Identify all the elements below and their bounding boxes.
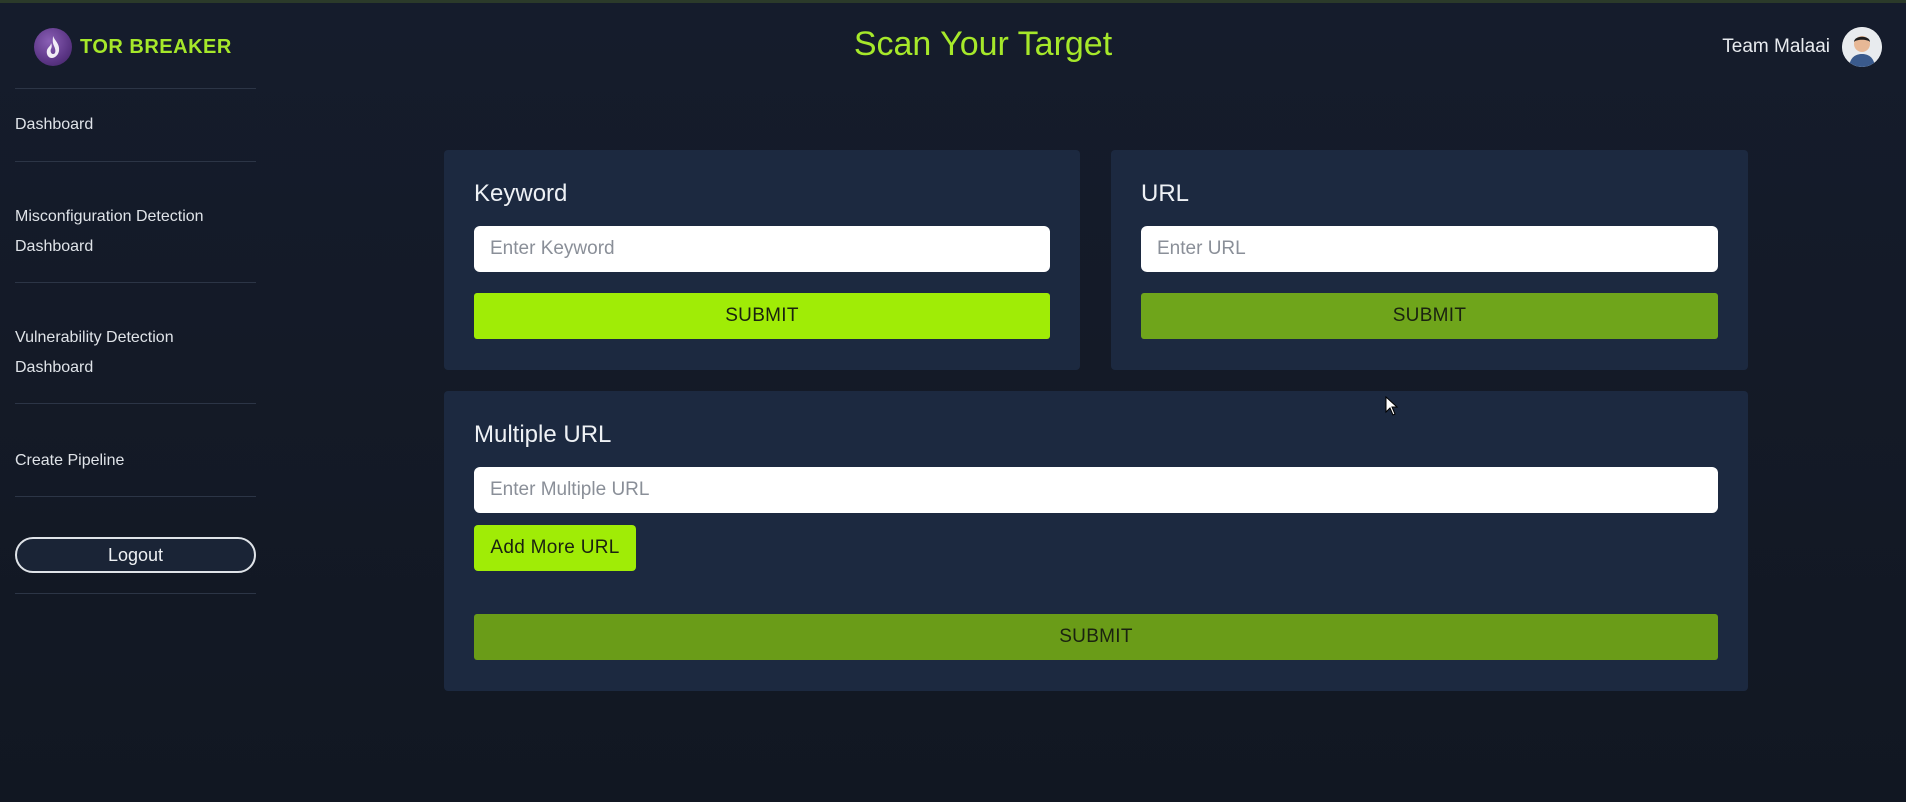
- keyword-card: Keyword SUBMIT: [444, 150, 1080, 370]
- page-title: Scan Your Target: [853, 25, 1113, 63]
- url-card-title: URL: [1141, 180, 1190, 207]
- sidebar-item-label-line1: Misconfiguration Detection: [15, 208, 204, 225]
- sidebar-item-label: Create Pipeline: [15, 452, 125, 469]
- keyword-input[interactable]: [474, 226, 1050, 272]
- sidebar-item-create-pipeline[interactable]: Create Pipeline: [15, 403, 256, 496]
- user-avatar-icon[interactable]: [1842, 27, 1882, 67]
- sidebar-item-label-line2: Dashboard: [15, 359, 94, 376]
- multiple-url-submit-button[interactable]: SUBMIT: [474, 614, 1718, 660]
- sidebar-item-dashboard[interactable]: Dashboard: [15, 88, 256, 161]
- logout-section: Logout: [15, 496, 256, 594]
- sidebar: Dashboard Misconfiguration Detection Das…: [15, 88, 256, 594]
- sidebar-item-misconfiguration-detection-dashboard[interactable]: Misconfiguration Detection Dashboard: [15, 161, 256, 282]
- url-submit-button[interactable]: SUBMIT: [1141, 293, 1718, 339]
- sidebar-item-label-line2: Dashboard: [15, 238, 94, 255]
- multiple-url-card: Multiple URL Add More URL SUBMIT: [444, 391, 1748, 691]
- app-window: TOR BREAKER Scan Your Target Team Malaai…: [0, 0, 1906, 802]
- user-menu[interactable]: Team Malaai: [1722, 27, 1882, 67]
- mouse-pointer-icon: [1385, 395, 1399, 421]
- url-card: URL SUBMIT: [1111, 150, 1748, 370]
- top-header: TOR BREAKER Scan Your Target Team Malaai: [0, 0, 1906, 88]
- keyword-card-title: Keyword: [474, 180, 568, 207]
- keyword-submit-button[interactable]: SUBMIT: [474, 293, 1050, 339]
- multiple-url-input[interactable]: [474, 467, 1718, 513]
- sidebar-item-vulnerability-detection-dashboard[interactable]: Vulnerability Detection Dashboard: [15, 282, 256, 403]
- multiple-url-card-title: Multiple URL: [474, 421, 612, 448]
- sidebar-item-label-line1: Vulnerability Detection: [15, 329, 174, 346]
- add-more-url-button[interactable]: Add More URL: [474, 525, 636, 571]
- sidebar-item-label: Dashboard: [15, 116, 94, 133]
- url-input[interactable]: [1141, 226, 1718, 272]
- user-name: Team Malaai: [1722, 36, 1830, 57]
- logout-button[interactable]: Logout: [15, 537, 256, 573]
